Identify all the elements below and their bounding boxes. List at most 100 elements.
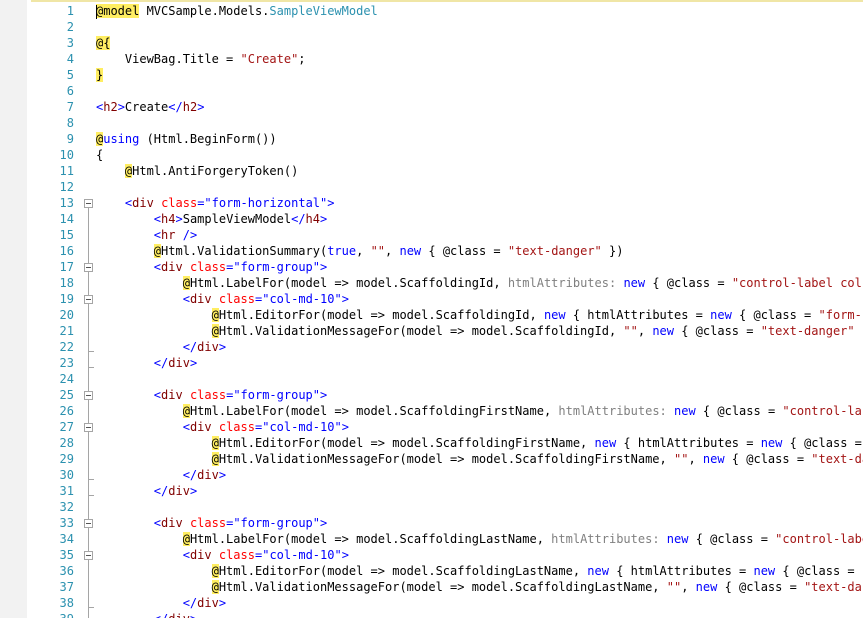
code-token: @ — [211, 324, 219, 338]
code-line[interactable]: 15 <hr /> — [0, 227, 863, 243]
code-editor[interactable]: 1 @model MVCSample.Models.SampleViewModel… — [0, 0, 863, 618]
code-token: , — [681, 580, 696, 594]
code-token: @{ — [96, 36, 111, 50]
code-line[interactable]: 24 — [0, 371, 863, 387]
code-line[interactable]: 34 @Html.LabelFor(model => model.Scaffol… — [0, 531, 863, 547]
code-line[interactable]: 22 </div> — [0, 339, 863, 355]
code-token: > — [218, 468, 227, 482]
code-line[interactable]: 11 @Html.AntiForgeryToken() — [0, 163, 863, 179]
code-token: , — [356, 244, 371, 258]
code-token: { — [96, 148, 104, 162]
code-line[interactable]: 10 { — [0, 147, 863, 163]
code-token: "Create" — [240, 52, 299, 66]
code-token: "control-label col-md-2" — [731, 276, 863, 290]
code-token: </ — [153, 484, 169, 498]
code-token: }) — [855, 324, 863, 338]
code-line[interactable]: 32 — [0, 499, 863, 515]
code-text: <div class="form-group"> — [96, 515, 327, 531]
code-token: < — [153, 516, 162, 530]
code-line[interactable]: 37 @Html.ValidationMessageFor(model => m… — [0, 579, 863, 595]
collapse-toggle-icon[interactable] — [84, 519, 93, 528]
code-line[interactable]: 9 @using (Html.BeginForm()) — [0, 131, 863, 147]
code-token: Html.ValidationMessageFor(model => model… — [218, 580, 667, 594]
code-line[interactable]: 12 — [0, 179, 863, 195]
collapse-toggle-icon[interactable] — [84, 295, 93, 304]
code-line[interactable]: 20 @Html.EditorFor(model => model.Scaffo… — [0, 307, 863, 323]
code-line[interactable]: 29 @Html.ValidationMessageFor(model => m… — [0, 451, 863, 467]
code-text: </div> — [96, 595, 226, 611]
code-line[interactable]: 8 — [0, 115, 863, 131]
collapse-toggle-icon[interactable] — [84, 423, 93, 432]
code-line[interactable]: 26 @Html.LabelFor(model => model.Scaffol… — [0, 403, 863, 419]
code-line[interactable]: 31 </div> — [0, 483, 863, 499]
code-token: "form-group" — [233, 260, 321, 274]
collapse-toggle-icon[interactable] — [84, 199, 93, 208]
code-line[interactable]: 25 <div class="form-group"> — [0, 387, 863, 403]
code-line[interactable]: 30 </div> — [0, 467, 863, 483]
code-token: class — [218, 548, 255, 562]
code-line[interactable]: 14 <h4>SampleViewModel</h4> — [0, 211, 863, 227]
code-line[interactable]: 5} — [0, 67, 863, 83]
code-line[interactable]: 27 <div class="col-md-10"> — [0, 419, 863, 435]
code-token: "text-danger" — [760, 324, 855, 338]
line-number: 11 — [59, 164, 74, 178]
code-token: true — [327, 244, 357, 258]
code-token: } — [96, 68, 104, 82]
code-text: <div class="form-group"> — [96, 259, 327, 275]
code-line[interactable]: 13 <div class="form-horizontal"> — [0, 195, 863, 211]
code-line[interactable]: 28 @Html.EditorFor(model => model.Scaffo… — [0, 435, 863, 451]
code-token: </ — [182, 468, 198, 482]
code-token: { @class = — [421, 244, 508, 258]
code-text: </div> — [96, 355, 197, 371]
code-token: Html.LabelFor(model => model.Scaffolding… — [189, 276, 508, 290]
code-token: "" — [623, 324, 638, 338]
code-token: > — [117, 100, 125, 114]
line-number: 3 — [66, 36, 74, 50]
code-line[interactable]: 39 </div> — [0, 611, 863, 618]
code-token: div — [161, 260, 183, 274]
code-token: > — [175, 212, 183, 226]
collapse-toggle-icon[interactable] — [84, 391, 93, 400]
code-line[interactable]: 18 @Html.LabelFor(model => model.Scaffol… — [0, 275, 863, 291]
code-token: new — [399, 244, 422, 258]
line-number: 24 — [59, 372, 74, 386]
code-line[interactable]: 38 </div> — [0, 595, 863, 611]
code-line[interactable]: 1 @model MVCSample.Models.SampleViewModel — [0, 3, 863, 19]
code-token: new — [652, 324, 674, 338]
code-line[interactable]: 7 <h2>Create</h2> — [0, 99, 863, 115]
collapse-toggle-icon[interactable] — [84, 551, 93, 560]
code-line[interactable]: 16 @Html.ValidationSummary(true, "", new… — [0, 243, 863, 259]
collapse-toggle-icon[interactable] — [84, 263, 93, 272]
code-token: }) — [601, 244, 624, 258]
code-token: class — [189, 388, 227, 402]
code-line[interactable]: 21 @Html.ValidationMessageFor(model => m… — [0, 323, 863, 339]
code-line[interactable]: 17 <div class="form-group"> — [0, 259, 863, 275]
code-line[interactable]: 19 <div class="col-md-10"> — [0, 291, 863, 307]
code-line[interactable]: 6 — [0, 83, 863, 99]
code-line[interactable]: 3 @{ — [0, 35, 863, 51]
code-token: class — [189, 260, 227, 274]
code-token: div — [189, 548, 212, 562]
code-line[interactable]: 4 ViewBag.Title = "Create"; — [0, 51, 863, 67]
code-line[interactable]: 23 </div> — [0, 355, 863, 371]
code-token: @ — [211, 436, 219, 450]
code-token: > — [320, 516, 328, 530]
code-line[interactable]: 36 @Html.EditorFor(model => model.Scaffo… — [0, 563, 863, 579]
code-token: div — [189, 420, 212, 434]
code-text: @Html.EditorFor(model => model.Scaffoldi… — [96, 563, 863, 579]
code-token: htmlAttributes: — [551, 532, 660, 546]
line-number: 30 — [59, 468, 74, 482]
code-line[interactable]: 35 <div class="col-md-10"> — [0, 547, 863, 563]
code-line[interactable]: 33 <div class="form-group"> — [0, 515, 863, 531]
code-line[interactable]: 2 — [0, 19, 863, 35]
